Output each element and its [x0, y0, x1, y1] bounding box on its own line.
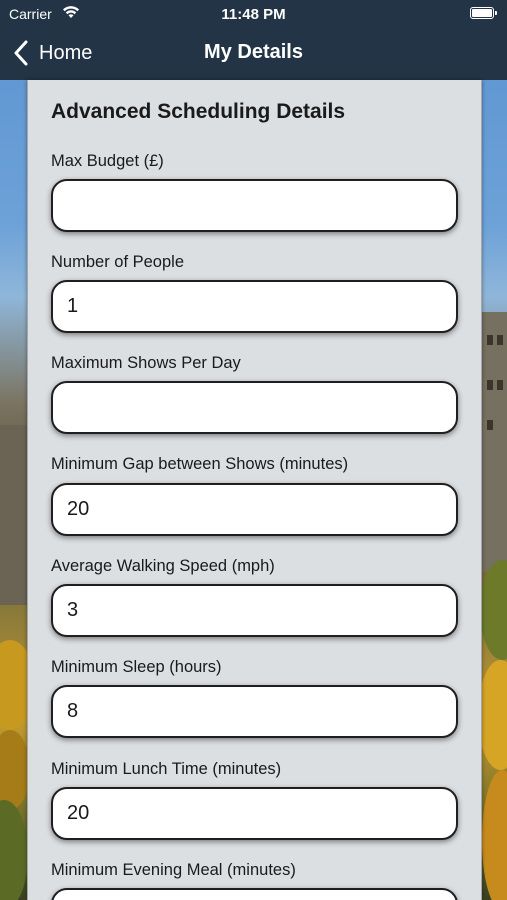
- top-bar: Carrier 11:48 PM Home My Details: [0, 0, 507, 80]
- tree-foliage: [480, 560, 507, 660]
- navigation-bar: Home My Details: [0, 30, 507, 76]
- min-evening-meal-input[interactable]: [51, 888, 458, 900]
- number-of-people-label: Number of People: [51, 253, 184, 271]
- min-lunch-label: Minimum Lunch Time (minutes): [51, 760, 282, 778]
- castle-window: [487, 380, 493, 390]
- min-sleep-input[interactable]: [51, 685, 458, 738]
- tree-foliage: [478, 660, 507, 770]
- tree-foliage: [482, 770, 507, 900]
- tree-foliage: [0, 800, 28, 900]
- castle-window: [497, 335, 503, 345]
- status-bar: Carrier 11:48 PM: [0, 0, 507, 28]
- castle-window: [487, 420, 493, 430]
- min-lunch-input[interactable]: [51, 787, 458, 840]
- max-shows-per-day-label: Maximum Shows Per Day: [51, 354, 241, 372]
- battery-icon: [470, 7, 497, 19]
- min-gap-input[interactable]: [51, 483, 458, 536]
- min-evening-meal-label: Minimum Evening Meal (minutes): [51, 861, 296, 879]
- status-time: 11:48 PM: [221, 6, 286, 23]
- section-title: Advanced Scheduling Details: [51, 100, 346, 123]
- castle-window: [497, 380, 503, 390]
- page-title: My Details: [204, 41, 303, 63]
- max-shows-per-day-input[interactable]: [51, 381, 458, 434]
- walking-speed-input[interactable]: [51, 584, 458, 637]
- tree-foliage: [0, 730, 30, 810]
- min-sleep-label: Minimum Sleep (hours): [51, 658, 222, 676]
- castle-window: [487, 335, 493, 345]
- number-of-people-input[interactable]: [51, 280, 458, 333]
- max-budget-label: Max Budget (£): [51, 152, 164, 170]
- castle-building-right: [482, 312, 507, 572]
- walking-speed-label: Average Walking Speed (mph): [51, 557, 275, 575]
- details-panel: Advanced Scheduling Details Max Budget (…: [27, 80, 482, 900]
- min-gap-label: Minimum Gap between Shows (minutes): [51, 455, 349, 473]
- castle-wall-left: [0, 425, 30, 605]
- max-budget-input[interactable]: [51, 179, 458, 232]
